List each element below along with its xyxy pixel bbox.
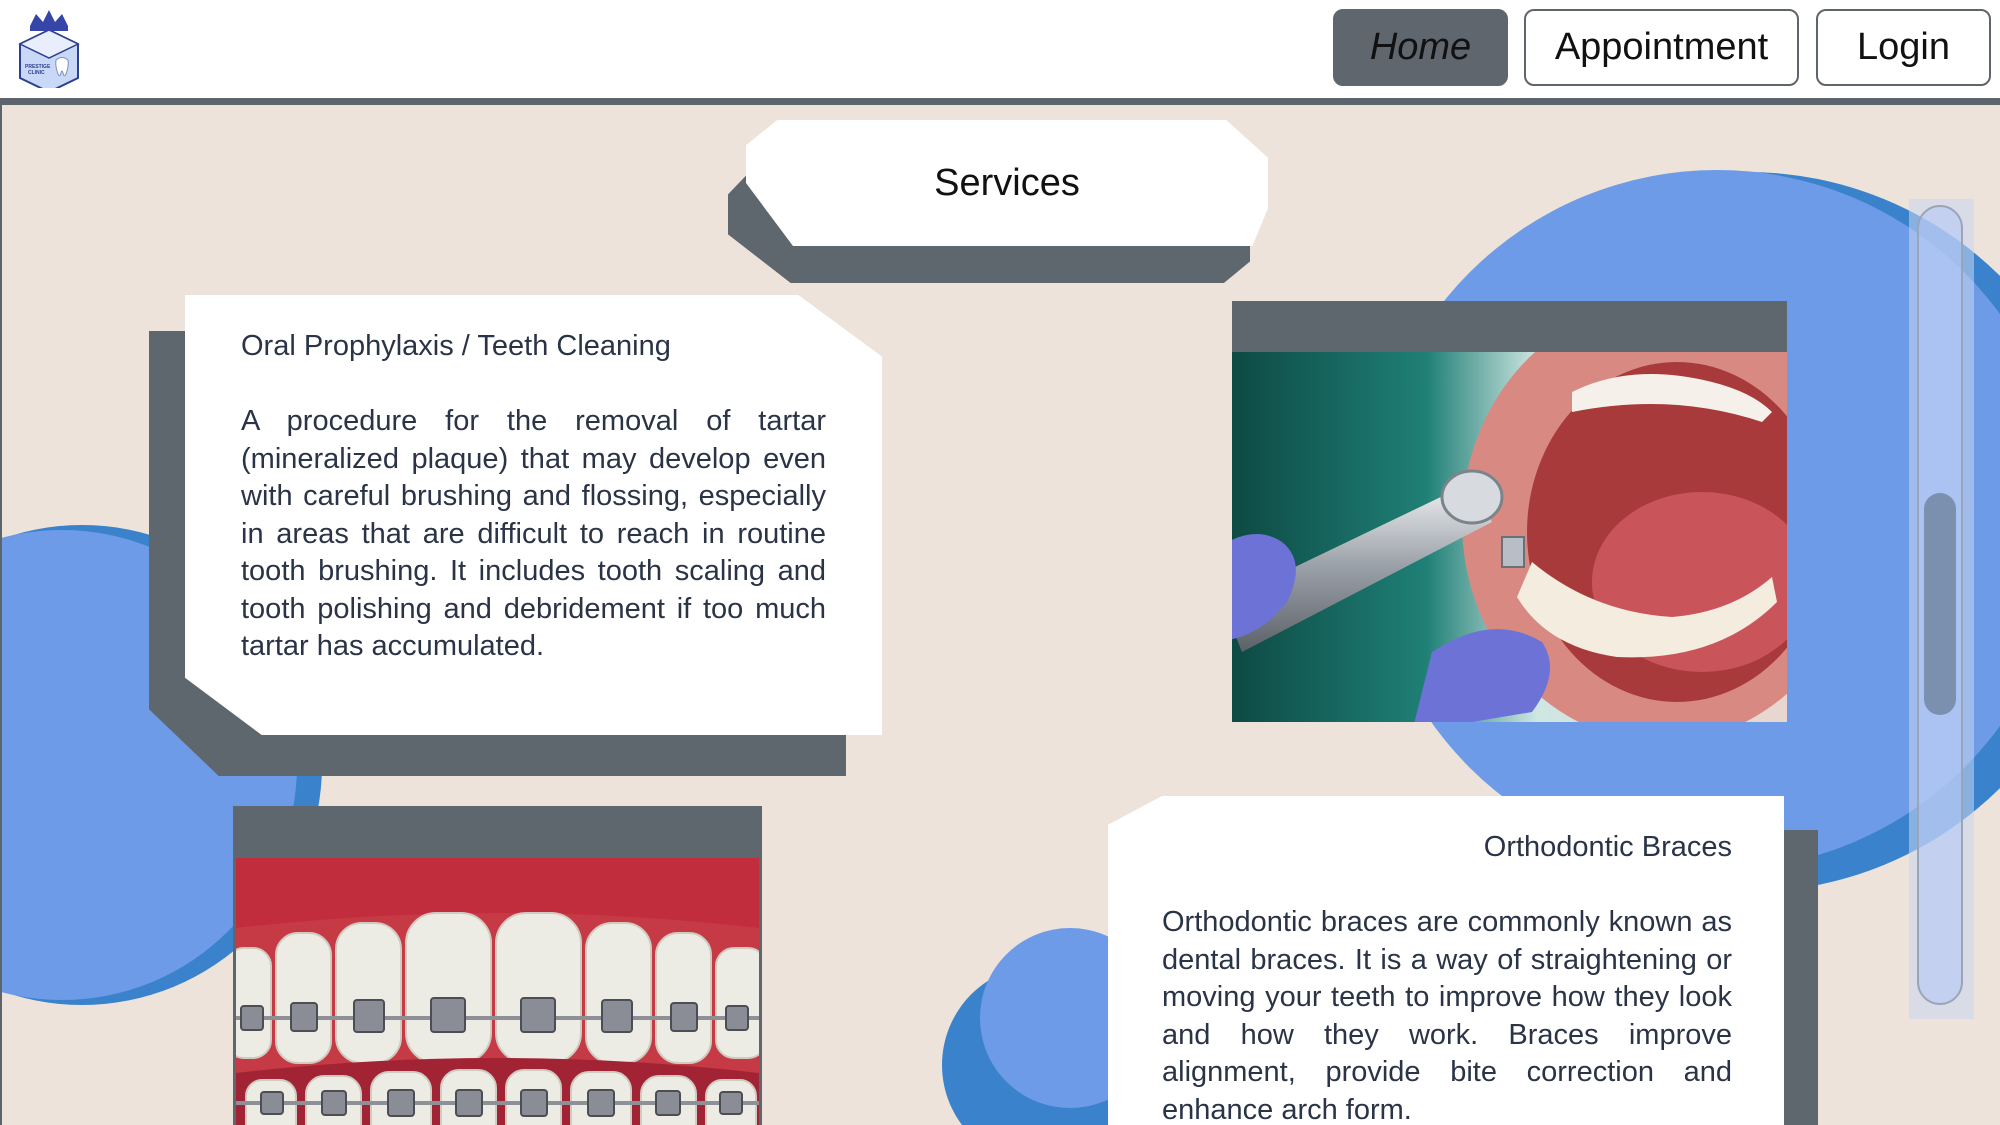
service-title: Oral Prophylaxis / Teeth Cleaning xyxy=(241,330,671,362)
braces-photo-frame xyxy=(233,806,762,1125)
service-description: Orthodontic braces are commonly known as… xyxy=(1162,906,1732,1125)
service-description: A procedure for the removal of tartar (m… xyxy=(241,405,826,662)
top-navbar: PRESTIGE CLINIC Home Appointment Login xyxy=(0,0,2000,98)
header-divider xyxy=(0,98,2000,105)
teeth-cleaning-photo-frame xyxy=(1232,301,1787,722)
nav-login-button[interactable]: Login xyxy=(1816,9,1991,86)
page-title: Services xyxy=(746,120,1268,246)
scrollbar-thumb[interactable] xyxy=(1924,493,1956,715)
nav-home-button[interactable]: Home xyxy=(1333,9,1508,86)
service-card-teeth-cleaning: Oral Prophylaxis / Teeth Cleaning A proc… xyxy=(185,295,882,735)
svg-text:CLINIC: CLINIC xyxy=(28,70,45,76)
braces-photo xyxy=(236,858,759,1125)
clinic-logo[interactable]: PRESTIGE CLINIC xyxy=(16,8,82,94)
services-section: Services Oral Prophylaxis / Teeth Cleani… xyxy=(0,105,2000,1125)
service-title: Orthodontic Braces xyxy=(1483,831,1732,863)
teeth-cleaning-photo xyxy=(1232,352,1787,722)
service-card-braces: Orthodontic Braces Orthodontic braces ar… xyxy=(1108,796,1784,1125)
nav-appointment-button[interactable]: Appointment xyxy=(1524,9,1799,86)
